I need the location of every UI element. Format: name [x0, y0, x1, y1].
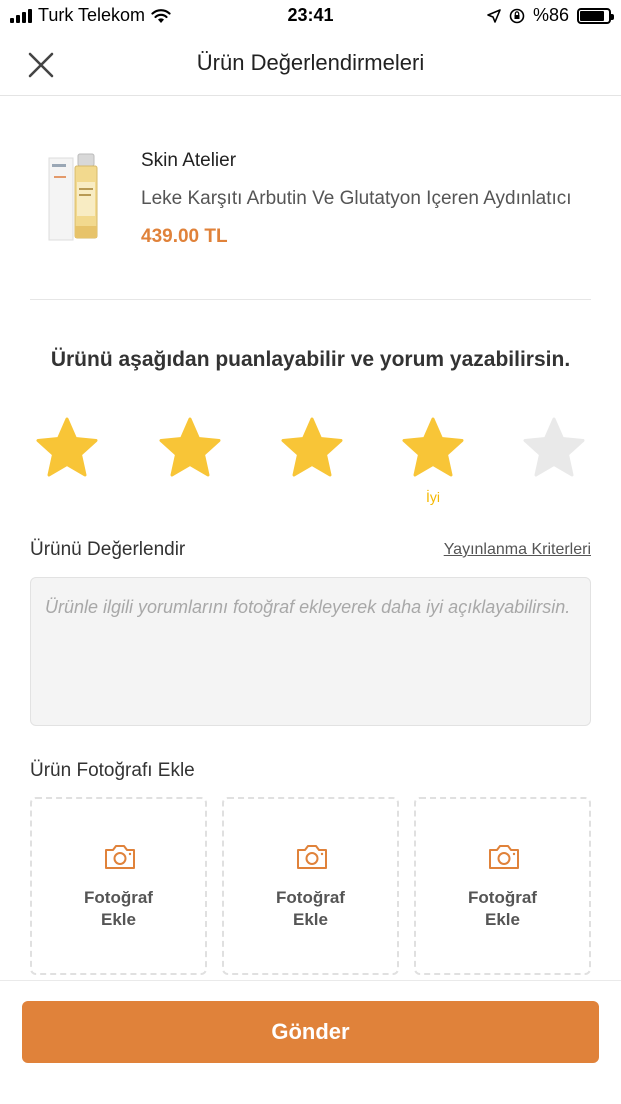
photo-section-title: Ürün Fotoğrafı Ekle [30, 760, 195, 781]
add-photo-button[interactable]: Fotoğraf Ekle [222, 797, 399, 975]
product-card: Skin Atelier Leke Karşıtı Arbutin Ve Glu… [30, 130, 591, 300]
add-photo-label-line1: Fotoğraf [84, 888, 153, 907]
add-photo-label-line2: Ekle [293, 910, 328, 929]
add-photo-label: Fotoğraf Ekle [224, 887, 397, 931]
rating-label: İyi [426, 489, 440, 505]
add-photo-label: Fotoğraf Ekle [32, 887, 205, 931]
star-2-icon[interactable] [158, 416, 222, 480]
camera-icon [105, 845, 135, 869]
add-photo-label-line1: Fotoğraf [276, 888, 345, 907]
product-image [48, 153, 98, 241]
add-photo-label-line1: Fotoğraf [468, 888, 537, 907]
product-name: Leke Karşıtı Arbutin Ve Glutatyon Içeren… [141, 188, 572, 209]
star-5-icon[interactable] [522, 416, 586, 480]
star-4-icon[interactable] [401, 416, 465, 480]
header: Ürün Değerlendirmeleri [0, 32, 621, 96]
add-photo-label-line2: Ekle [101, 910, 136, 929]
add-photo-label-line2: Ekle [485, 910, 520, 929]
camera-icon [489, 845, 519, 869]
battery-icon [577, 7, 614, 24]
product-price: 439.00 TL [141, 226, 228, 247]
star-3-icon[interactable] [280, 416, 344, 480]
location-arrow-icon [487, 8, 501, 23]
orientation-lock-icon [509, 8, 525, 23]
rating-prompt: Ürünü aşağıdan puanlayabilir ve yorum ya… [50, 348, 571, 371]
product-brand: Skin Atelier [141, 150, 237, 171]
bottom-bar: Gönder [0, 980, 621, 1104]
add-photo-button[interactable]: Fotoğraf Ekle [414, 797, 591, 975]
status-bar: Turk Telekom 23:41 %86 [0, 0, 621, 32]
star-1-icon[interactable] [35, 416, 99, 480]
status-bar-right: %86 [487, 5, 614, 26]
publication-criteria-link[interactable]: Yayınlanma Kriterleri [444, 541, 591, 559]
camera-icon [297, 845, 327, 869]
submit-button[interactable]: Gönder [22, 1001, 599, 1063]
page-title: Ürün Değerlendirmeleri [196, 50, 425, 75]
battery-percent: %86 [532, 5, 569, 25]
star-rating [0, 416, 621, 486]
add-photo-label: Fotoğraf Ekle [416, 887, 589, 931]
review-section-title: Ürünü Değerlendir [30, 539, 186, 560]
review-textarea[interactable]: Ürünle ilgili yorumlarını fotoğraf ekley… [30, 577, 591, 726]
add-photo-button[interactable]: Fotoğraf Ekle [30, 797, 207, 975]
